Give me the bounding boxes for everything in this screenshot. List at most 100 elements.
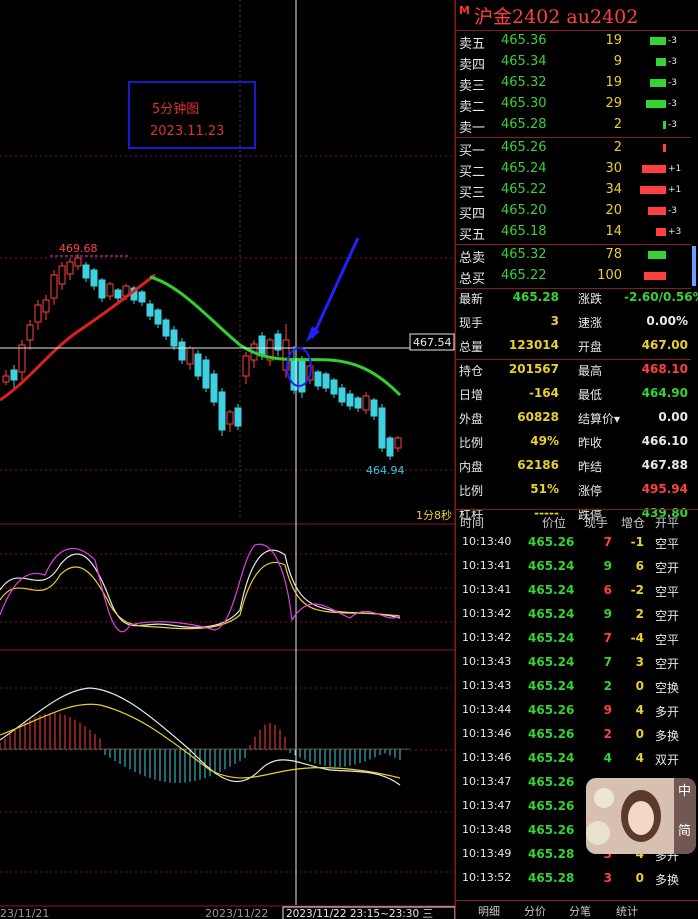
quote-row: 最新 465.28 涨跌 -2.60/0.56%: [456, 286, 698, 310]
trade-volume: 7: [603, 535, 612, 549]
ask-label: 卖五: [459, 37, 486, 52]
candle-body: [298, 359, 306, 393]
trade-volume: 7: [603, 631, 612, 645]
trade-oi-change: -2: [630, 583, 644, 597]
candle-body: [178, 341, 186, 361]
bid-price: 465.20: [501, 203, 547, 218]
trade-volume: 4: [603, 751, 612, 765]
trade-row[interactable]: 10:13:41 465.24 9 6 空开: [456, 554, 698, 578]
ask-row[interactable]: 卖四 465.34 9 -3: [456, 52, 698, 73]
orderbook-scrollbar[interactable]: [692, 246, 696, 286]
quote-value: 62186: [517, 458, 559, 472]
total-row[interactable]: 总卖 465.32 78: [456, 245, 698, 266]
candle-body: [98, 279, 106, 299]
trade-time: 10:13:49: [462, 847, 512, 860]
trade-row[interactable]: 10:13:42 465.24 9 2 空开: [456, 602, 698, 626]
bid-price: 465.26: [501, 140, 547, 155]
candle-body: [282, 339, 290, 371]
floating-avatar-widget[interactable]: 中 简: [586, 778, 696, 854]
quote-label: 昨收: [578, 436, 603, 450]
title-bar: M 沪金2402 au2402: [456, 0, 698, 31]
total-volume: 100: [597, 268, 622, 283]
quote-value: 468.10: [641, 362, 688, 376]
quote-value: -164: [528, 386, 559, 400]
widget-bottom-char[interactable]: 简: [678, 820, 691, 839]
quote-label: 最低: [578, 388, 603, 402]
quote-value: -2.60/0.56%: [624, 290, 698, 304]
candles: [2, 254, 402, 460]
candle-body: [66, 261, 74, 275]
trade-volume: 9: [603, 703, 612, 717]
trade-row[interactable]: 10:13:52 465.28 3 0 多换: [456, 866, 698, 890]
trade-type: 空平: [655, 537, 680, 551]
ask-volume: 19: [605, 33, 622, 48]
trade-time: 10:13:48: [462, 823, 512, 836]
bid-row[interactable]: 买五 465.18 14 +3: [456, 222, 698, 243]
trade-price: 465.26: [528, 727, 575, 741]
quote-label: 昨结: [578, 460, 603, 474]
kline-chart[interactable]: 5分钟图 2023.11.23 469.68 464.94 467.54 1分8…: [0, 0, 455, 919]
trade-volume: 3: [603, 871, 612, 885]
col-oi: 增仓: [621, 516, 646, 530]
trade-row[interactable]: 10:13:43 465.24 2 0 空换: [456, 674, 698, 698]
tab-mingxi[interactable]: 明细: [478, 903, 500, 919]
tab-fenjia[interactable]: 分价: [524, 903, 546, 919]
trade-price: 465.24: [528, 751, 575, 765]
quote-label: 内盘: [459, 460, 484, 474]
tab-tongji[interactable]: 统计: [616, 903, 638, 919]
ask-change: -3: [668, 78, 677, 88]
trade-price: 465.24: [528, 583, 575, 597]
widget-top-char[interactable]: 中: [678, 780, 691, 799]
total-label: 总卖: [459, 251, 486, 266]
trade-time: 10:13:41: [462, 559, 512, 572]
quote-label: 结算价▾: [578, 412, 621, 426]
candle-body: [26, 324, 34, 341]
bid-row[interactable]: 买二 465.24 30 +1: [456, 159, 698, 180]
trade-price: 465.26: [528, 703, 575, 717]
trade-row[interactable]: 10:13:40 465.26 7 -1 空平: [456, 530, 698, 554]
bid-price: 465.18: [501, 224, 547, 239]
trade-time: 10:13:42: [462, 607, 512, 620]
trade-time: 10:13:43: [462, 655, 512, 668]
candle-body: [58, 265, 66, 285]
bid-row[interactable]: 买一 465.26 2: [456, 138, 698, 159]
quote-panel: M 沪金2402 au2402 卖五 465.36 19 -3 卖四 465.34 9 -3 卖…: [455, 0, 698, 919]
ask-row[interactable]: 卖一 465.28 2 -3: [456, 115, 698, 136]
bid-label: 买二: [459, 165, 486, 180]
trade-oi-change: 6: [635, 559, 644, 573]
col-vol: 现手: [584, 516, 609, 530]
bid-row[interactable]: 买三 465.22 34 +1: [456, 180, 698, 201]
candle-body: [338, 387, 346, 403]
ask-row[interactable]: 卖五 465.36 19 -3: [456, 31, 698, 52]
trade-volume: 2: [603, 727, 612, 741]
tab-fenbi[interactable]: 分笔: [569, 903, 591, 919]
total-row[interactable]: 总买 465.22 100: [456, 266, 698, 287]
trade-row[interactable]: 10:13:41 465.24 6 -2 空平: [456, 578, 698, 602]
bid-label: 买四: [459, 207, 486, 222]
candle-body: [346, 393, 354, 407]
trade-price: 465.24: [528, 607, 575, 621]
trade-row[interactable]: 10:13:44 465.26 9 4 多开: [456, 698, 698, 722]
trade-volume: 7: [603, 655, 612, 669]
quote-label: 涨停: [578, 484, 603, 498]
candle-body: [242, 355, 250, 377]
trade-row[interactable]: 10:13:46 465.24 4 4 双开: [456, 746, 698, 770]
instrument-title[interactable]: 沪金2402 au2402: [474, 2, 638, 29]
trade-price: 465.26: [528, 775, 575, 789]
ask-row[interactable]: 卖三 465.32 19 -3: [456, 73, 698, 94]
trade-time: 10:13:46: [462, 751, 512, 764]
low-label: 464.94: [366, 464, 405, 477]
trade-oi-change: -1: [630, 535, 644, 549]
trades-header: 时间 价位 现手 增仓 开平: [456, 509, 698, 532]
bid-volume-bar: [663, 144, 666, 152]
total-volume-bar: [644, 272, 666, 280]
trade-oi-change: 0: [635, 727, 644, 741]
trade-oi-change: 0: [635, 871, 644, 885]
trade-row[interactable]: 10:13:46 465.26 2 0 多换: [456, 722, 698, 746]
ask-volume-bar: [650, 79, 666, 87]
trade-time: 10:13:52: [462, 871, 512, 884]
trade-row[interactable]: 10:13:42 465.24 7 -4 空平: [456, 626, 698, 650]
bid-row[interactable]: 买四 465.20 20 -3: [456, 201, 698, 222]
ask-row[interactable]: 卖二 465.30 29 -3: [456, 94, 698, 115]
trade-row[interactable]: 10:13:43 465.24 7 3 空开: [456, 650, 698, 674]
